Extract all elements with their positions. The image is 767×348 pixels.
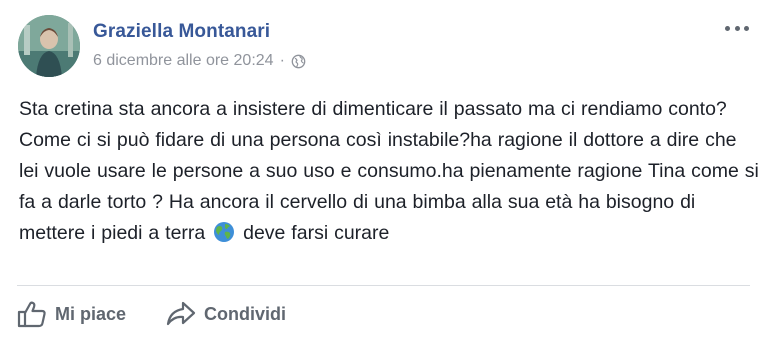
avatar-photo <box>18 15 80 77</box>
more-dot-icon <box>725 25 730 31</box>
post-meta: 6 dicembre alle ore 20:24 · <box>93 52 306 70</box>
like-button[interactable]: Mi piace <box>17 300 126 328</box>
share-button[interactable]: Condividi <box>166 301 286 327</box>
thumbs-up-icon <box>17 301 46 328</box>
earth-emoji-icon <box>213 221 235 243</box>
author-name[interactable]: Graziella Montanari <box>93 21 270 43</box>
more-dot-icon <box>744 25 749 31</box>
meta-separator: · <box>279 52 285 69</box>
post-actions: Mi piace Condividi <box>17 300 286 328</box>
more-dot-icon <box>734 25 740 31</box>
post-timestamp[interactable]: 6 dicembre alle ore 20:24 <box>93 52 274 70</box>
avatar[interactable] <box>18 15 80 77</box>
post-text-part2: deve farsi curare <box>243 222 390 244</box>
more-options-button[interactable] <box>725 20 749 36</box>
globe-icon[interactable] <box>291 54 306 69</box>
post-body: Sta cretina sta ancora a insistere di di… <box>19 94 759 249</box>
facebook-post: Graziella Montanari 6 dicembre alle ore … <box>0 0 767 348</box>
share-label: Condividi <box>204 303 287 324</box>
share-arrow-icon <box>166 301 196 326</box>
like-label: Mi piace <box>55 303 127 324</box>
divider <box>17 285 750 286</box>
